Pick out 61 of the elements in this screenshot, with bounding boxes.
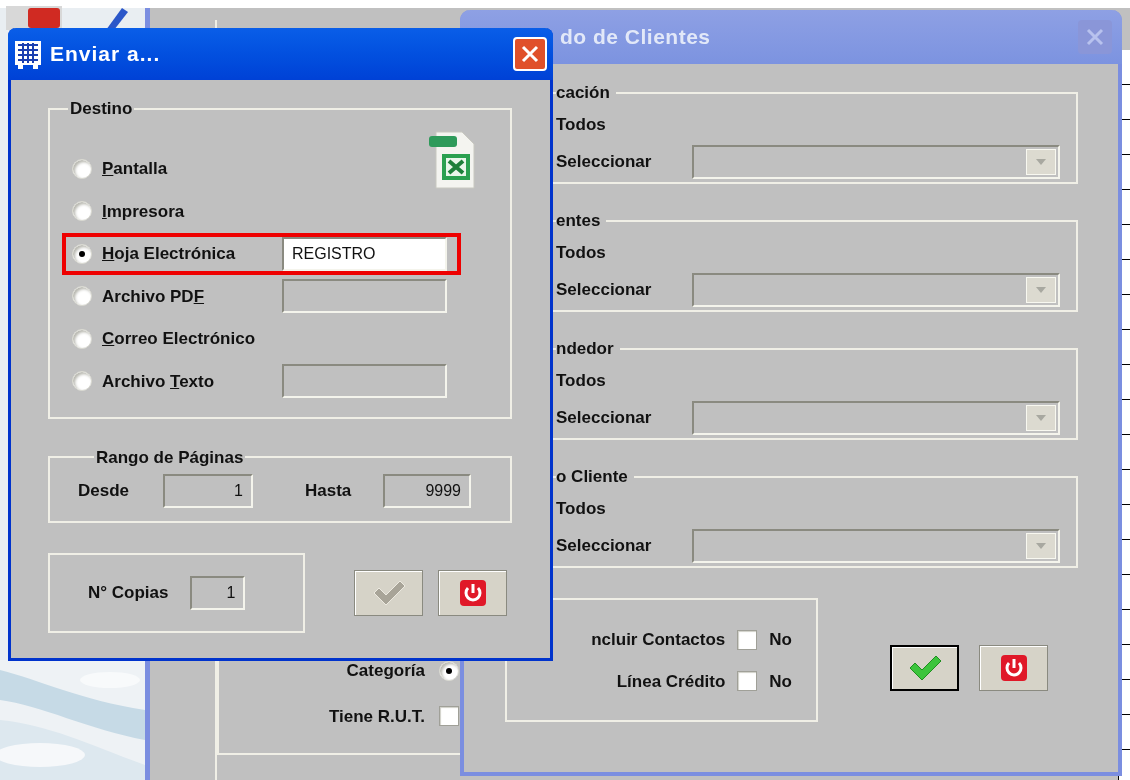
checkbox[interactable] bbox=[737, 671, 758, 692]
option-label: Impresora bbox=[102, 200, 186, 223]
radio-button[interactable] bbox=[72, 158, 92, 179]
group-title: o Cliente bbox=[556, 466, 629, 488]
exit-button[interactable] bbox=[438, 569, 507, 616]
option-label: Todos bbox=[556, 369, 606, 392]
option-label: Categoría bbox=[346, 660, 425, 682]
option-label: ncluir Contactos bbox=[591, 629, 726, 651]
group-title: entes bbox=[556, 210, 602, 232]
option-label: Todos bbox=[556, 113, 606, 136]
accept-button[interactable] bbox=[890, 645, 959, 691]
option-label: Archivo Texto bbox=[102, 370, 216, 393]
copies-field[interactable]: 1 bbox=[190, 575, 246, 610]
option-label: Seleccionar bbox=[556, 151, 653, 174]
dropdown[interactable] bbox=[692, 145, 1060, 179]
exit-button[interactable] bbox=[979, 645, 1048, 691]
option-label: Tiene R.U.T. bbox=[328, 705, 425, 728]
option-label: Todos bbox=[556, 497, 606, 520]
option-label: Seleccionar bbox=[556, 535, 653, 558]
from-label: Desde bbox=[78, 480, 131, 503]
to-field[interactable]: 9999 bbox=[383, 474, 471, 508]
option-label: Seleccionar bbox=[556, 279, 653, 302]
to-label: Hasta bbox=[305, 480, 353, 503]
option-label: Pantalla bbox=[102, 158, 169, 180]
option-label: Todos bbox=[556, 241, 606, 264]
option-value: No bbox=[769, 670, 792, 693]
checkmark-icon bbox=[371, 579, 406, 606]
option-label: Seleccionar bbox=[556, 407, 653, 430]
checkbox[interactable] bbox=[737, 629, 758, 650]
dropdown[interactable] bbox=[692, 273, 1060, 307]
checkmark-icon bbox=[907, 655, 942, 681]
group-title: ndedor bbox=[556, 338, 615, 360]
power-icon bbox=[458, 578, 487, 607]
group-title: Rango de Páginas bbox=[95, 446, 245, 469]
radio-button[interactable] bbox=[72, 371, 92, 392]
close-icon bbox=[1086, 28, 1104, 46]
option-label: Archivo PDF bbox=[102, 285, 206, 308]
option-value: No bbox=[769, 629, 792, 651]
video-app-icon[interactable] bbox=[6, 6, 62, 30]
close-icon bbox=[521, 45, 539, 63]
radio-button[interactable] bbox=[72, 243, 92, 264]
option-label: Línea Crédito bbox=[616, 670, 726, 693]
group-title: Destino bbox=[69, 98, 134, 120]
group-title: cación bbox=[556, 82, 611, 104]
power-icon bbox=[999, 654, 1028, 682]
window-title: Enviar a... bbox=[50, 41, 162, 68]
from-field[interactable]: 1 bbox=[163, 474, 253, 508]
close-button[interactable] bbox=[513, 37, 547, 71]
option-label: Hoja Electrónica bbox=[102, 243, 237, 265]
option-label: Correo Electrónico bbox=[102, 328, 257, 350]
dropdown[interactable] bbox=[692, 529, 1060, 563]
dropdown[interactable] bbox=[692, 401, 1060, 435]
text-field[interactable]: REGISTRO bbox=[282, 236, 447, 271]
close-button[interactable] bbox=[1078, 20, 1112, 54]
radio-button[interactable] bbox=[72, 201, 92, 222]
checkbox[interactable] bbox=[439, 706, 459, 727]
radio-button[interactable] bbox=[72, 328, 92, 349]
copies-label: N° Copias bbox=[88, 581, 169, 604]
cart-icon bbox=[14, 39, 42, 69]
radio-button[interactable] bbox=[72, 286, 92, 307]
window-title: do de Clientes bbox=[560, 24, 712, 51]
